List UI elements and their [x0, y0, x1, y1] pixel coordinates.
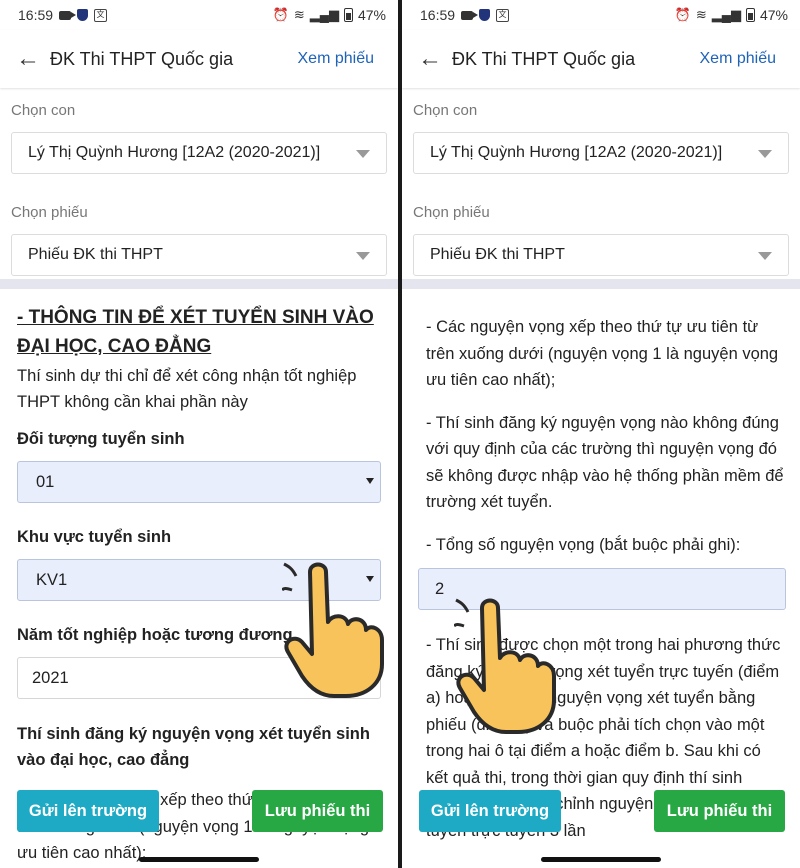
selectors: Chọn con Lý Thị Quỳnh Hương [12A2 (2020-…: [0, 92, 398, 276]
page-title: ĐK Thi THPT Quốc gia: [50, 48, 234, 69]
status-time: 16:59: [420, 7, 456, 23]
form-select-label: Chọn phiếu: [11, 204, 88, 221]
status-bar: 16:59 文 ⏰ ≋ ▂▄▆ 47%: [402, 0, 800, 30]
send-to-school-button[interactable]: Gửi lên trường: [419, 790, 561, 832]
app-bar: ← ĐK Thi THPT Quốc gia Xem phiếu: [0, 30, 398, 88]
year-value: 2021: [32, 668, 69, 687]
section-divider: [402, 279, 800, 289]
total-wishes-value: 2: [435, 579, 445, 598]
child-select-value: Lý Thị Quỳnh Hương [12A2 (2020-2021)]: [430, 144, 723, 161]
target-label: Đối tượng tuyển sinh: [17, 430, 185, 448]
home-indicator[interactable]: [541, 857, 661, 862]
region-value: KV1: [36, 570, 68, 589]
video-icon: [59, 10, 77, 20]
caret-down-icon: [356, 252, 370, 260]
section-title-line: ĐẠI HỌC, CAO ĐẲNG: [17, 336, 212, 357]
signal-icon: ▂▄▆: [309, 7, 339, 22]
wish-label: Thí sinh đăng ký nguyện vọng xét tuyển s…: [17, 725, 370, 769]
form-select-label: Chọn phiếu: [413, 204, 490, 221]
wifi-icon: ≋: [293, 7, 305, 22]
section-divider: [0, 279, 398, 289]
phone-screen-left: 16:59 文 ⏰ ≋ ▂▄▆ 47% ← ĐK Thi THPT Quốc g…: [0, 0, 398, 868]
rule-paragraph-1: - Các nguyện vọng xếp theo thứ tự ưu tiê…: [426, 318, 779, 389]
target-value: 01: [36, 472, 55, 491]
shield-icon: [479, 9, 491, 21]
caret-down-icon: [758, 252, 772, 260]
battery-percent: 47%: [357, 7, 386, 23]
section-title: - THÔNG TIN ĐỂ XÉT TUYỂN SINH VÀO ĐẠI HỌ…: [17, 303, 381, 361]
target-select[interactable]: 01: [17, 461, 381, 503]
form-select-value: Phiếu ĐK thi THPT: [28, 246, 163, 263]
region-label: Khu vực tuyển sinh: [17, 528, 172, 546]
child-select-label: Chọn con: [11, 102, 76, 119]
alarm-icon: ⏰: [272, 7, 289, 22]
form-select[interactable]: Phiếu ĐK thi THPT: [11, 234, 387, 276]
caret-down-icon: [758, 150, 772, 158]
alarm-icon: ⏰: [674, 7, 691, 22]
back-arrow-icon[interactable]: ←: [16, 45, 44, 73]
caret-down-icon: [356, 150, 370, 158]
back-arrow-icon[interactable]: ←: [418, 45, 446, 73]
status-bar: 16:59 文 ⏰ ≋ ▂▄▆ 47%: [0, 0, 398, 30]
battery-icon: [745, 8, 755, 22]
view-form-link[interactable]: Xem phiếu: [700, 50, 777, 68]
battery-icon: [343, 8, 353, 22]
signal-icon: ▂▄▆: [711, 7, 741, 22]
translate-icon: 文: [94, 8, 108, 22]
caret-down-icon: [366, 478, 374, 484]
child-select-label: Chọn con: [413, 102, 478, 119]
selectors: Chọn con Lý Thị Quỳnh Hương [12A2 (2020-…: [402, 92, 800, 276]
rule-paragraph-2: - Thí sinh đăng ký nguyện vọng nào không…: [426, 413, 784, 512]
form-content[interactable]: - Các nguyện vọng xếp theo thứ tự ưu tiê…: [402, 292, 800, 868]
save-form-button[interactable]: Lưu phiếu thi: [654, 790, 785, 832]
section-title-line: - THÔNG TIN ĐỂ XÉT TUYỂN SINH VÀO: [17, 307, 374, 328]
form-select[interactable]: Phiếu ĐK thi THPT: [413, 234, 789, 276]
wifi-icon: ≋: [695, 7, 707, 22]
video-icon: [461, 10, 479, 20]
form-select-value: Phiếu ĐK thi THPT: [430, 246, 565, 263]
section-note: Thí sinh dự thi chỉ để xét công nhận tốt…: [17, 367, 357, 411]
total-wishes-label: - Tổng số nguyện vọng (bắt buộc phải ghi…: [426, 535, 741, 554]
child-select[interactable]: Lý Thị Quỳnh Hương [12A2 (2020-2021)]: [11, 132, 387, 174]
send-to-school-button[interactable]: Gửi lên trường: [17, 790, 159, 832]
home-indicator[interactable]: [139, 857, 259, 862]
child-select-value: Lý Thị Quỳnh Hương [12A2 (2020-2021)]: [28, 144, 321, 161]
phone-screen-right: 16:59 文 ⏰ ≋ ▂▄▆ 47% ← ĐK Thi THPT Quốc g…: [402, 0, 800, 868]
tap-hand-icon: [454, 598, 556, 734]
status-time: 16:59: [18, 7, 54, 23]
shield-icon: [77, 9, 89, 21]
app-bar: ← ĐK Thi THPT Quốc gia Xem phiếu: [402, 30, 800, 88]
translate-icon: 文: [496, 8, 510, 22]
battery-percent: 47%: [759, 7, 788, 23]
page-title: ĐK Thi THPT Quốc gia: [452, 48, 636, 69]
tap-hand-icon: [282, 562, 384, 698]
child-select[interactable]: Lý Thị Quỳnh Hương [12A2 (2020-2021)]: [413, 132, 789, 174]
save-form-button[interactable]: Lưu phiếu thi: [252, 790, 383, 832]
view-form-link[interactable]: Xem phiếu: [298, 50, 375, 68]
